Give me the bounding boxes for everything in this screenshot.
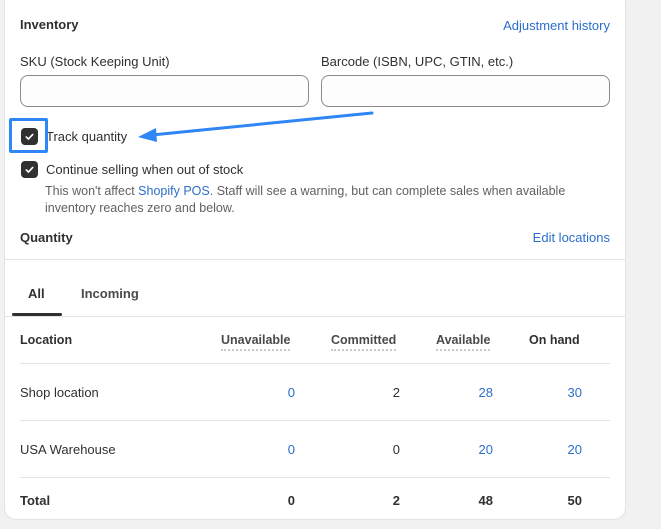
quantity-title: Quantity [20, 230, 73, 245]
total-available: 48 [478, 493, 493, 508]
divider [5, 259, 625, 260]
header-committed[interactable]: Committed [331, 333, 397, 351]
on-hand-value[interactable]: 20 [522, 442, 582, 457]
tab-all[interactable]: All [28, 286, 45, 301]
shopify-pos-link[interactable]: Shopify POS [138, 184, 210, 198]
header-location: Location [20, 333, 73, 347]
continue-selling-help: This won't affect Shopify POS. Staff wil… [45, 183, 605, 217]
available-value[interactable]: 20 [433, 442, 493, 457]
total-on-hand: 50 [567, 493, 582, 508]
committed-value: 2 [392, 385, 400, 400]
location-name: Shop location [20, 385, 99, 400]
header-available[interactable]: Available [436, 333, 491, 351]
total-label: Total [20, 493, 51, 508]
tab-incoming[interactable]: Incoming [81, 286, 139, 301]
divider [20, 363, 610, 364]
total-committed: 2 [392, 493, 400, 508]
unavailable-value[interactable]: 0 [235, 442, 295, 457]
divider [5, 316, 625, 317]
unavailable-value[interactable]: 0 [235, 385, 295, 400]
available-value[interactable]: 28 [433, 385, 493, 400]
help-text: This won't affect [45, 184, 139, 198]
total-unavailable: 0 [287, 493, 295, 508]
continue-selling-label: Continue selling when out of stock [46, 162, 244, 177]
divider [20, 477, 610, 478]
header-unavailable[interactable]: Unavailable [221, 333, 291, 351]
continue-selling-checkbox[interactable] [21, 161, 38, 178]
committed-value: 0 [392, 442, 400, 457]
header-on-hand: On hand [529, 333, 580, 347]
edit-locations-link[interactable]: Edit locations [533, 230, 610, 245]
divider [20, 420, 610, 421]
location-name: USA Warehouse [20, 442, 116, 457]
checkmark-icon [25, 166, 34, 173]
on-hand-value[interactable]: 30 [522, 385, 582, 400]
